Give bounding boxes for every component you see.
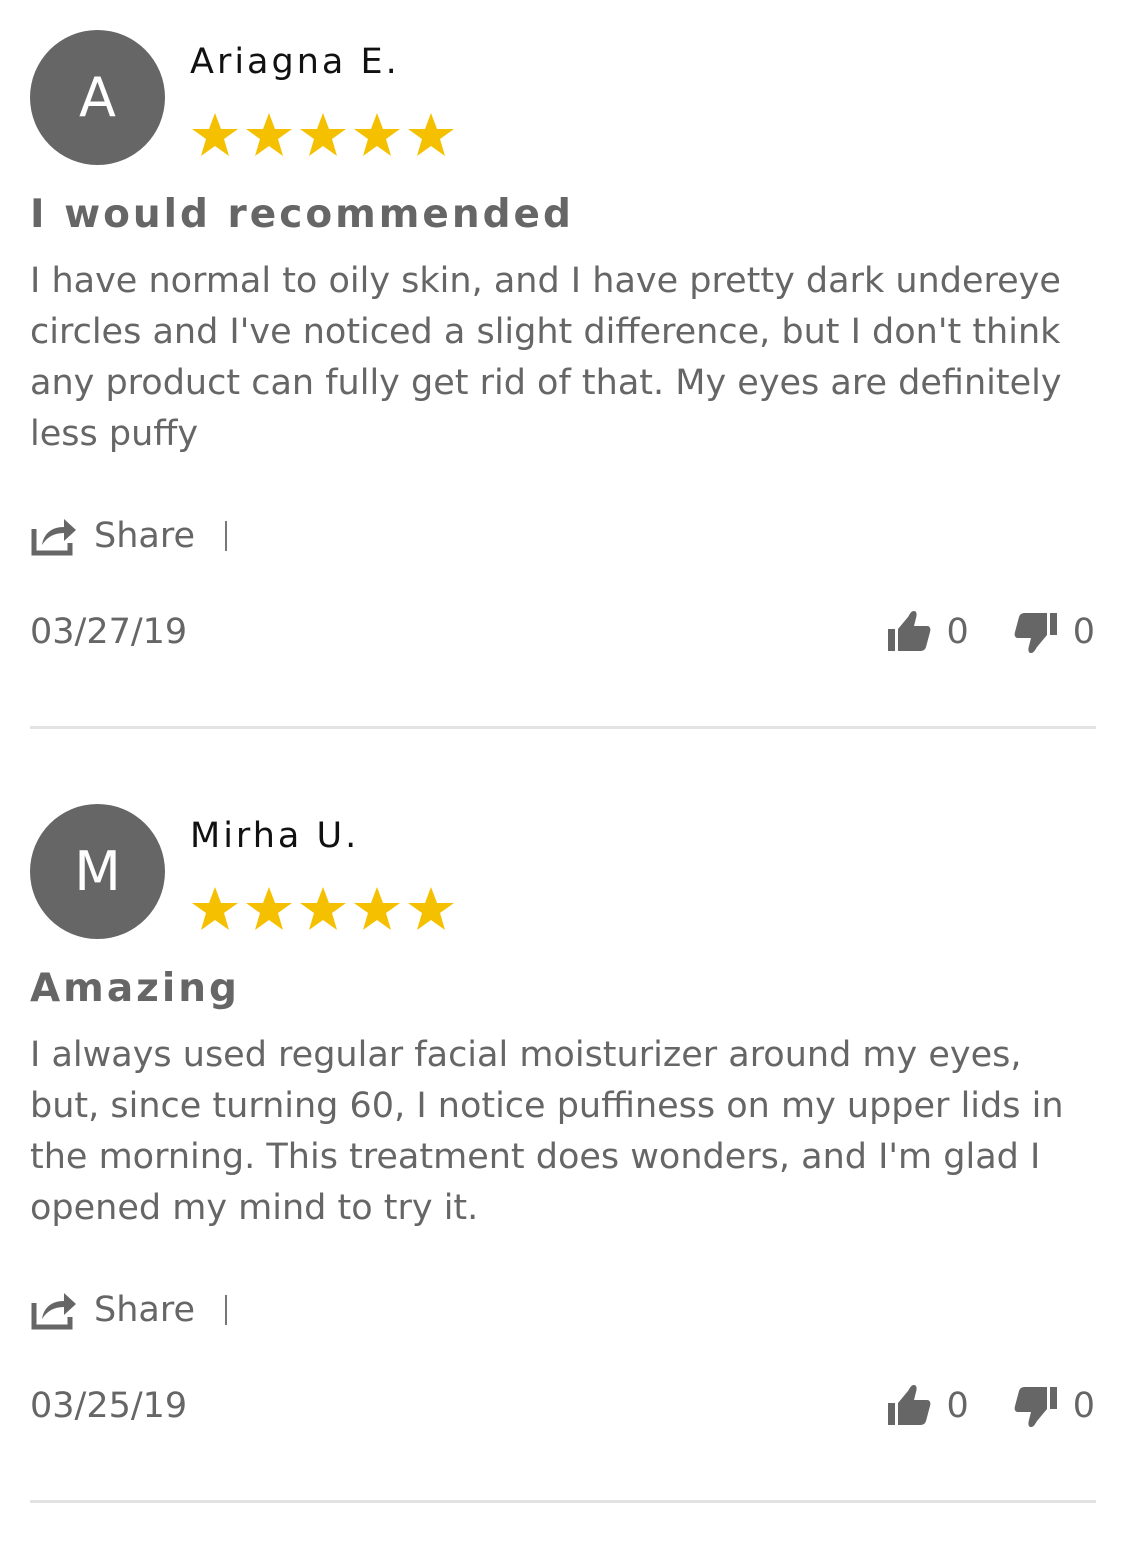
downvote-count: 0 [1072,612,1095,652]
separator [225,1295,228,1325]
review-item: A Ariagna E. I would recommended I have … [0,0,1125,774]
thumbs-up-icon[interactable] [886,609,932,655]
avatar: A [30,30,165,165]
star-icon [190,110,240,160]
star-icon [244,884,294,934]
star-icon [406,110,456,160]
share-button[interactable]: Share [30,1282,228,1338]
star-icon [190,884,240,934]
share-label[interactable]: Share [94,1290,195,1330]
upvote-count: 0 [946,612,969,652]
vote-controls: 0 0 [886,602,1095,662]
review-body: I always used regular facial moisturizer… [30,1035,1064,1228]
share-button[interactable]: Share [30,508,228,564]
share-icon[interactable] [30,515,78,557]
share-icon[interactable] [30,1289,78,1331]
review-date: 03/27/19 [30,612,188,652]
reviewer-name: Mirha U. [190,816,360,856]
review-body: I have normal to oily skin, and I have p… [30,261,1062,454]
share-label[interactable]: Share [94,516,195,556]
avatar: M [30,804,165,939]
divider [30,726,1096,729]
review-date: 03/25/19 [30,1386,188,1426]
star-rating [190,884,460,934]
review-title: I would recommended [30,192,574,237]
reviewer-name: Ariagna E. [190,42,400,82]
review-title: Amazing [30,966,240,1011]
thumbs-up-icon[interactable] [886,1383,932,1429]
star-icon [406,884,456,934]
upvote-count: 0 [946,1386,969,1426]
star-rating [190,110,460,160]
star-icon [244,110,294,160]
thumbs-down-icon[interactable] [1013,609,1059,655]
star-icon [352,110,402,160]
review-item: M Mirha U. Amazing I always used regular… [0,774,1125,1548]
star-icon [298,884,348,934]
separator [225,521,228,551]
star-icon [352,884,402,934]
thumbs-down-icon[interactable] [1013,1383,1059,1429]
vote-controls: 0 0 [886,1376,1095,1436]
downvote-count: 0 [1072,1386,1095,1426]
divider [30,1500,1096,1503]
star-icon [298,110,348,160]
